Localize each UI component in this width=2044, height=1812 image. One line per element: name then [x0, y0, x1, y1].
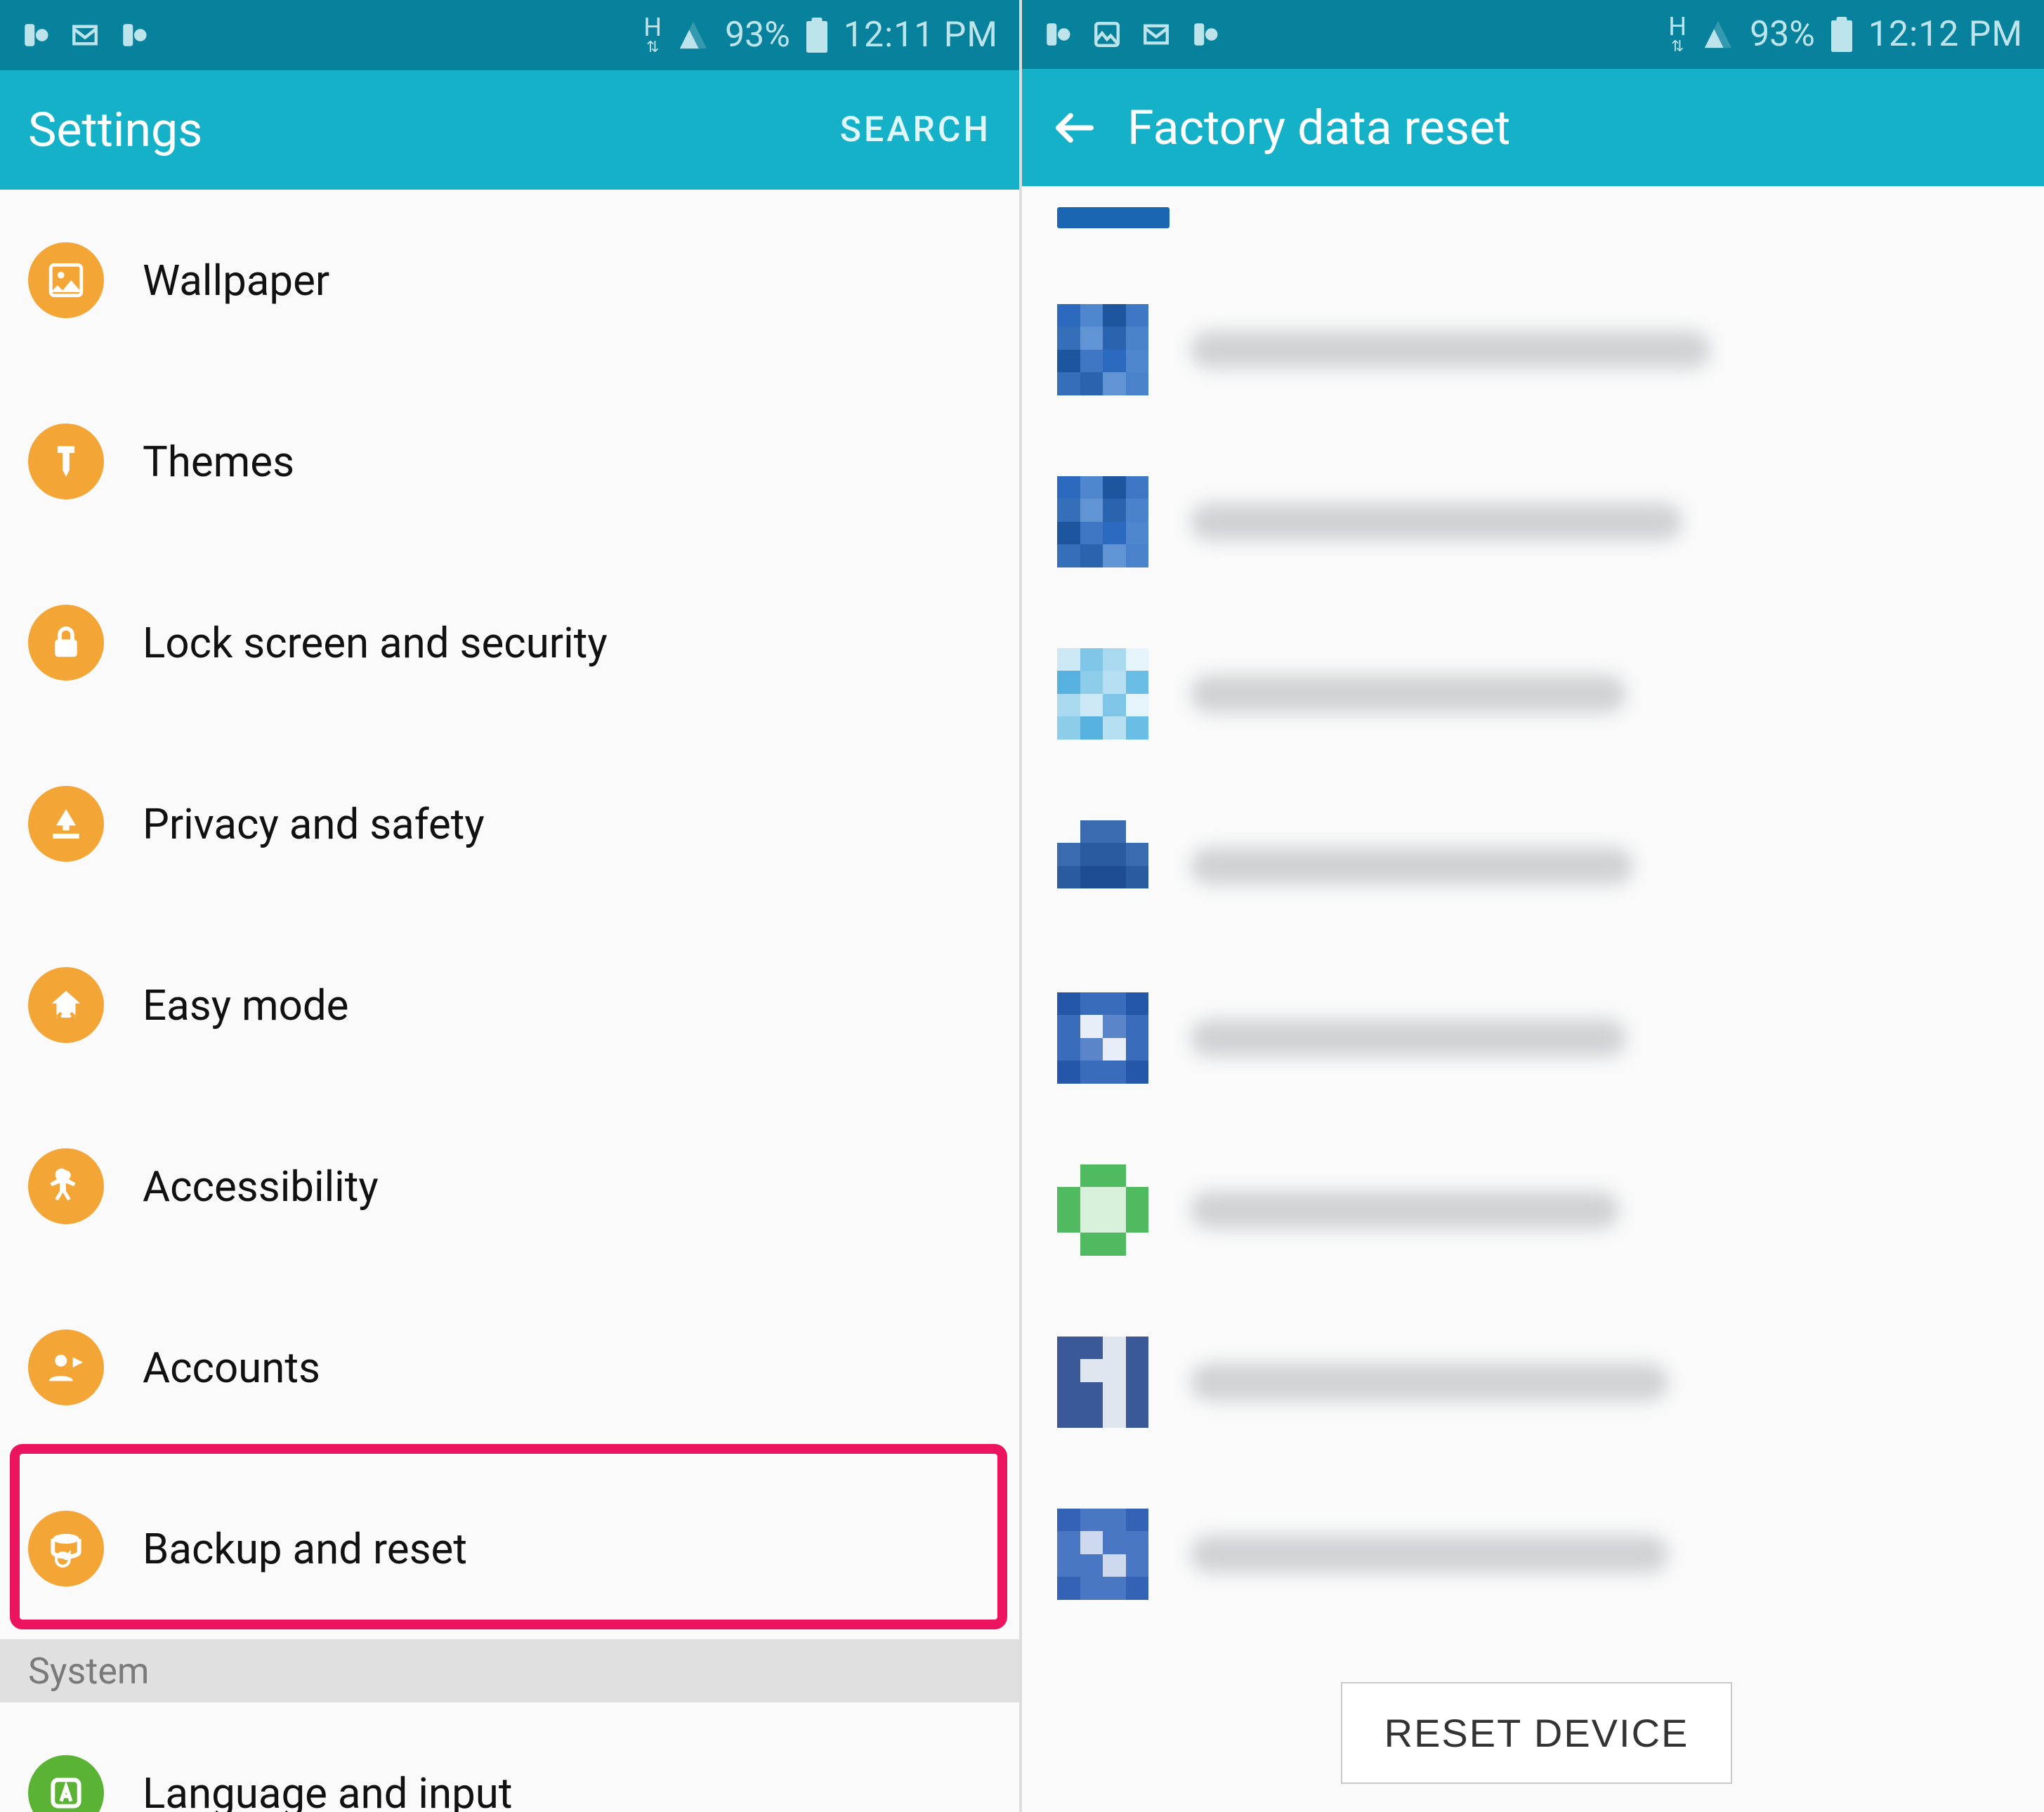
account-icon	[1057, 820, 1148, 912]
network-type-label: H⇅	[1668, 14, 1686, 55]
account-row	[1057, 780, 2016, 952]
row-label: Privacy and safety	[143, 799, 485, 849]
settings-row-language[interactable]: Language and input	[0, 1702, 1019, 1812]
account-label-redacted	[1191, 1535, 1668, 1573]
section-header-system: System	[0, 1639, 1019, 1702]
signal-icon	[677, 19, 709, 51]
app-indicator-icon	[21, 20, 51, 50]
account-label-redacted	[1191, 847, 1633, 885]
account-row	[1057, 608, 2016, 780]
account-row	[1057, 952, 2016, 1124]
row-label: Wallpaper	[143, 256, 329, 306]
app-indicator-icon	[1191, 20, 1220, 49]
back-button[interactable]	[1050, 103, 1099, 152]
search-button[interactable]: SEARCH	[840, 110, 991, 150]
account-row	[1057, 1296, 2016, 1468]
account-label-redacted	[1191, 1191, 1619, 1229]
accounts-icon	[28, 1330, 104, 1405]
status-bar: H⇅ 93% 12:12 PM	[1022, 0, 2044, 69]
privacy-icon	[28, 786, 104, 862]
lock-icon	[28, 605, 104, 681]
clock: 12:12 PM	[1868, 14, 2023, 55]
account-icon	[1057, 304, 1148, 395]
settings-row-privacy[interactable]: Privacy and safety	[0, 733, 1019, 914]
network-type-label: H⇅	[643, 15, 662, 55]
settings-row-easy-mode[interactable]: Easy mode	[0, 914, 1019, 1096]
reset-device-button[interactable]: RESET DEVICE	[1341, 1682, 1733, 1784]
battery-icon	[1830, 17, 1853, 52]
row-label: Backup and reset	[143, 1524, 467, 1574]
themes-icon	[28, 424, 104, 499]
account-row	[1057, 435, 2016, 608]
account-icon	[1057, 1164, 1148, 1256]
partial-item	[1057, 207, 1170, 228]
page-title: Settings	[28, 102, 840, 158]
accessibility-icon	[28, 1148, 104, 1224]
factory-reset-screen: H⇅ 93% 12:12 PM Factory data reset	[1022, 0, 2044, 1812]
accounts-list[interactable]: RESET DEVICE	[1022, 186, 2044, 1812]
account-row	[1057, 1468, 2016, 1640]
mail-icon	[70, 20, 100, 50]
app-bar: Settings SEARCH	[0, 70, 1019, 190]
settings-row-accounts[interactable]: Accounts	[0, 1277, 1019, 1458]
settings-row-accessibility[interactable]: Accessibility	[0, 1096, 1019, 1277]
page-title: Factory data reset	[1127, 100, 2016, 156]
account-label-redacted	[1191, 675, 1626, 713]
account-label-redacted	[1191, 1019, 1626, 1057]
settings-row-wallpaper[interactable]: Wallpaper	[0, 190, 1019, 371]
account-row	[1057, 263, 2016, 435]
account-icon	[1057, 992, 1148, 1084]
app-indicator-icon	[119, 20, 149, 50]
account-icon	[1057, 1337, 1148, 1428]
account-icon	[1057, 476, 1148, 567]
account-icon	[1057, 1509, 1148, 1600]
settings-screen: H⇅ 93% 12:11 PM Settings SEARCH Wallpape…	[0, 0, 1022, 1812]
account-label-redacted	[1191, 1363, 1668, 1401]
settings-row-themes[interactable]: Themes	[0, 371, 1019, 552]
clock: 12:11 PM	[844, 15, 998, 55]
easy-mode-icon	[28, 967, 104, 1043]
language-icon	[28, 1755, 104, 1812]
signal-icon	[1702, 18, 1734, 51]
account-label-redacted	[1191, 331, 1710, 369]
account-label-redacted	[1191, 503, 1682, 541]
mail-icon	[1141, 20, 1171, 49]
app-bar: Factory data reset	[1022, 69, 2044, 186]
row-label: Easy mode	[143, 980, 348, 1030]
status-bar: H⇅ 93% 12:11 PM	[0, 0, 1019, 70]
settings-row-backup-reset[interactable]: Backup and reset	[0, 1458, 1019, 1639]
row-label: Themes	[143, 437, 294, 487]
battery-pct: 93%	[1750, 14, 1815, 55]
row-label: Lock screen and security	[143, 618, 608, 668]
battery-icon	[806, 18, 828, 53]
backup-reset-icon	[28, 1511, 104, 1587]
row-label: Language and input	[143, 1768, 513, 1812]
settings-row-lock[interactable]: Lock screen and security	[0, 552, 1019, 733]
account-row	[1057, 1124, 2016, 1296]
row-label: Accounts	[143, 1343, 320, 1393]
account-icon	[1057, 648, 1148, 740]
row-label: Accessibility	[143, 1162, 379, 1212]
battery-pct: 93%	[725, 15, 790, 55]
app-indicator-icon	[1043, 20, 1073, 49]
settings-list[interactable]: Wallpaper Themes Lock screen and securit…	[0, 190, 1019, 1812]
image-icon	[1092, 20, 1122, 49]
wallpaper-icon	[28, 242, 104, 318]
